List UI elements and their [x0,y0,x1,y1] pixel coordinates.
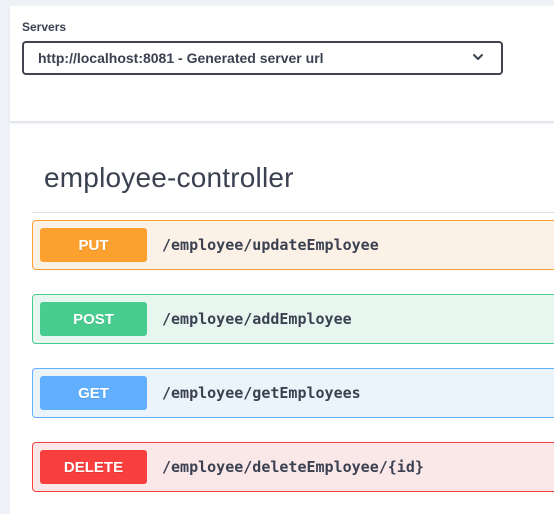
method-badge-post: POST [40,302,147,336]
server-select[interactable]: http://localhost:8081 - Generated server… [22,41,503,75]
method-badge-delete: DELETE [40,450,147,484]
operation-path: /employee/addEmployee [162,310,352,328]
operation-path: /employee/updateEmployee [162,236,379,254]
servers-label: Servers [22,20,67,34]
chevron-down-icon [473,54,483,60]
controller-title[interactable]: employee-controller [44,162,294,194]
method-badge-put: PUT [40,228,147,262]
operation-delete-employee[interactable]: DELETE /employee/deleteEmployee/{id} [32,442,554,492]
method-badge-get: GET [40,376,147,410]
operation-put-update-employee[interactable]: PUT /employee/updateEmployee [32,220,554,270]
operation-path: /employee/getEmployees [162,384,361,402]
operation-get-employees[interactable]: GET /employee/getEmployees [32,368,554,418]
controller-divider [32,212,554,213]
operation-post-add-employee[interactable]: POST /employee/addEmployee [32,294,554,344]
operation-path: /employee/deleteEmployee/{id} [162,458,424,476]
server-select-value: http://localhost:8081 - Generated server… [38,50,324,66]
